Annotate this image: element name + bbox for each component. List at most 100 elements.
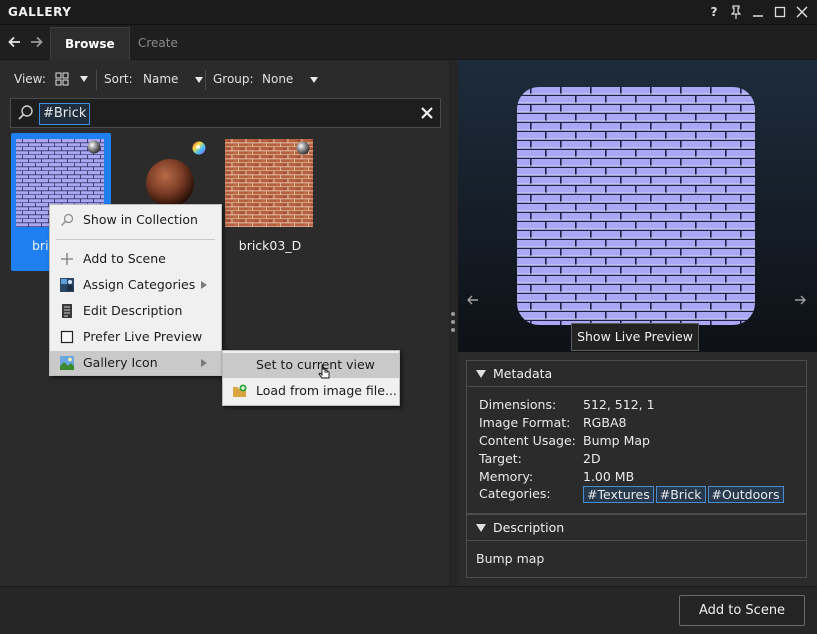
checkbox-icon bbox=[60, 330, 74, 344]
categories-icon bbox=[60, 278, 74, 292]
show-live-preview-button[interactable]: Show Live Preview bbox=[571, 323, 699, 351]
menu-item-show-in-collection[interactable]: Show in Collection bbox=[50, 208, 221, 232]
arrow-left-icon bbox=[8, 36, 20, 48]
mouse-cursor-icon bbox=[318, 364, 330, 379]
chevron-down-icon bbox=[195, 76, 204, 83]
toolbar-divider bbox=[205, 70, 206, 90]
description-header[interactable]: Description bbox=[467, 515, 806, 541]
toolbar-divider bbox=[96, 70, 97, 90]
footer-bar: Add to Scene bbox=[0, 586, 817, 634]
splitter-grip bbox=[451, 312, 455, 316]
menu-item-label: Assign Categories bbox=[83, 277, 196, 292]
category-tag[interactable]: #Brick bbox=[655, 486, 706, 503]
metadata-value: 1.00 MB bbox=[583, 469, 635, 484]
metadata-key: Content Usage: bbox=[479, 433, 576, 448]
metadata-key: Target: bbox=[479, 451, 522, 466]
thumbnail-label: brick03_D bbox=[238, 238, 302, 253]
menu-item-assign-categories[interactable]: Assign Categories bbox=[50, 273, 221, 297]
close-icon bbox=[796, 6, 808, 18]
search-input[interactable]: #Brick bbox=[10, 98, 441, 128]
group-dropdown[interactable]: None bbox=[262, 72, 319, 86]
metadata-key: Dimensions: bbox=[479, 397, 557, 412]
chevron-down-icon bbox=[310, 76, 319, 83]
clear-search-button[interactable] bbox=[418, 104, 436, 122]
splitter-grip bbox=[451, 328, 455, 332]
collapse-triangle-icon bbox=[476, 524, 486, 532]
context-menu: Show in Collection Add to Scene Assign C… bbox=[49, 204, 222, 376]
menu-item-label: Prefer Live Preview bbox=[83, 329, 203, 344]
menu-separator bbox=[56, 239, 215, 240]
sort-label: Sort: bbox=[104, 72, 133, 86]
pane-splitter[interactable] bbox=[449, 60, 458, 586]
submenu-arrow-icon bbox=[201, 359, 207, 367]
maximize-button[interactable] bbox=[771, 3, 789, 21]
previous-button[interactable] bbox=[466, 293, 480, 307]
tab-create[interactable]: Create bbox=[124, 27, 192, 60]
menu-item-add-to-scene[interactable]: Add to Scene bbox=[50, 247, 221, 271]
collapse-triangle-icon bbox=[476, 370, 486, 378]
forward-button[interactable] bbox=[28, 34, 44, 50]
search-icon bbox=[61, 213, 74, 226]
arrow-left-icon bbox=[467, 295, 478, 305]
metadata-panel: Metadata Dimensions: 512, 512, 1 Image F… bbox=[466, 360, 807, 514]
search-tag[interactable]: #Brick bbox=[39, 103, 91, 125]
sort-value: Name bbox=[143, 72, 179, 86]
menu-item-load-from-image-file[interactable]: Load from image file... bbox=[223, 379, 399, 403]
menu-item-label: Show in Collection bbox=[83, 212, 198, 227]
search-icon bbox=[18, 105, 33, 120]
tab-bar: Browse Create bbox=[0, 25, 817, 60]
arrow-right-icon bbox=[31, 36, 43, 48]
menu-item-label: Set to current view bbox=[256, 357, 375, 372]
help-icon: ? bbox=[710, 5, 718, 19]
document-icon bbox=[62, 304, 72, 318]
metadata-header[interactable]: Metadata bbox=[467, 361, 806, 387]
splitter-grip bbox=[451, 320, 455, 324]
menu-item-edit-description[interactable]: Edit Description bbox=[50, 299, 221, 323]
menu-item-prefer-live-preview[interactable]: Prefer Live Preview bbox=[50, 325, 221, 349]
menu-item-label: Gallery Icon bbox=[83, 355, 158, 370]
metadata-key: Categories: bbox=[479, 486, 551, 501]
description-panel: Description Bump map bbox=[466, 514, 807, 578]
metadata-key: Image Format: bbox=[479, 415, 571, 430]
metadata-key: Memory: bbox=[479, 469, 534, 484]
category-tags: #Textures #Brick #Outdoors bbox=[583, 486, 786, 503]
menu-item-label: Add to Scene bbox=[83, 251, 166, 266]
view-mode-dropdown[interactable] bbox=[54, 71, 88, 87]
minimize-icon bbox=[753, 15, 763, 17]
minimize-button[interactable] bbox=[749, 3, 767, 21]
group-label: Group: bbox=[213, 72, 254, 86]
back-button[interactable] bbox=[7, 34, 23, 50]
thumbnail-item[interactable]: brick03_D bbox=[220, 133, 320, 271]
add-to-scene-button[interactable]: Add to Scene bbox=[679, 595, 805, 626]
menu-item-set-to-current-view[interactable]: Set to current view bbox=[223, 353, 399, 378]
category-tag[interactable]: #Outdoors bbox=[707, 486, 784, 503]
submenu-arrow-icon bbox=[201, 281, 207, 289]
sphere-icon bbox=[296, 141, 310, 155]
metadata-value: RGBA8 bbox=[583, 415, 627, 430]
description-title: Description bbox=[493, 520, 565, 535]
image-icon bbox=[60, 356, 74, 370]
preview-area: Show Live Preview bbox=[458, 60, 817, 352]
metadata-value: 512, 512, 1 bbox=[583, 397, 655, 412]
tab-browse[interactable]: Browse bbox=[50, 27, 130, 60]
preview-image bbox=[517, 87, 755, 325]
close-icon bbox=[421, 107, 433, 119]
category-tag[interactable]: #Textures bbox=[583, 486, 654, 503]
chevron-down-icon bbox=[79, 76, 88, 82]
sphere-icon bbox=[87, 140, 101, 154]
view-label: View: bbox=[14, 72, 46, 86]
pin-button[interactable] bbox=[727, 3, 745, 21]
metadata-title: Metadata bbox=[493, 366, 553, 381]
description-text: Bump map bbox=[476, 551, 545, 566]
close-button[interactable] bbox=[793, 3, 811, 21]
menu-item-label: Load from image file... bbox=[256, 383, 397, 398]
next-button[interactable] bbox=[793, 293, 807, 307]
plus-icon bbox=[61, 253, 73, 265]
menu-item-gallery-icon[interactable]: Gallery Icon bbox=[50, 351, 221, 375]
details-pane: Show Live Preview Metadata Dimensions: 5… bbox=[458, 60, 817, 586]
color-wheel-icon bbox=[192, 141, 206, 155]
sort-dropdown[interactable]: Name bbox=[143, 72, 204, 86]
help-button[interactable]: ? bbox=[705, 3, 723, 21]
metadata-value: Bump Map bbox=[583, 433, 650, 448]
window-title: GALLERY bbox=[8, 5, 72, 19]
